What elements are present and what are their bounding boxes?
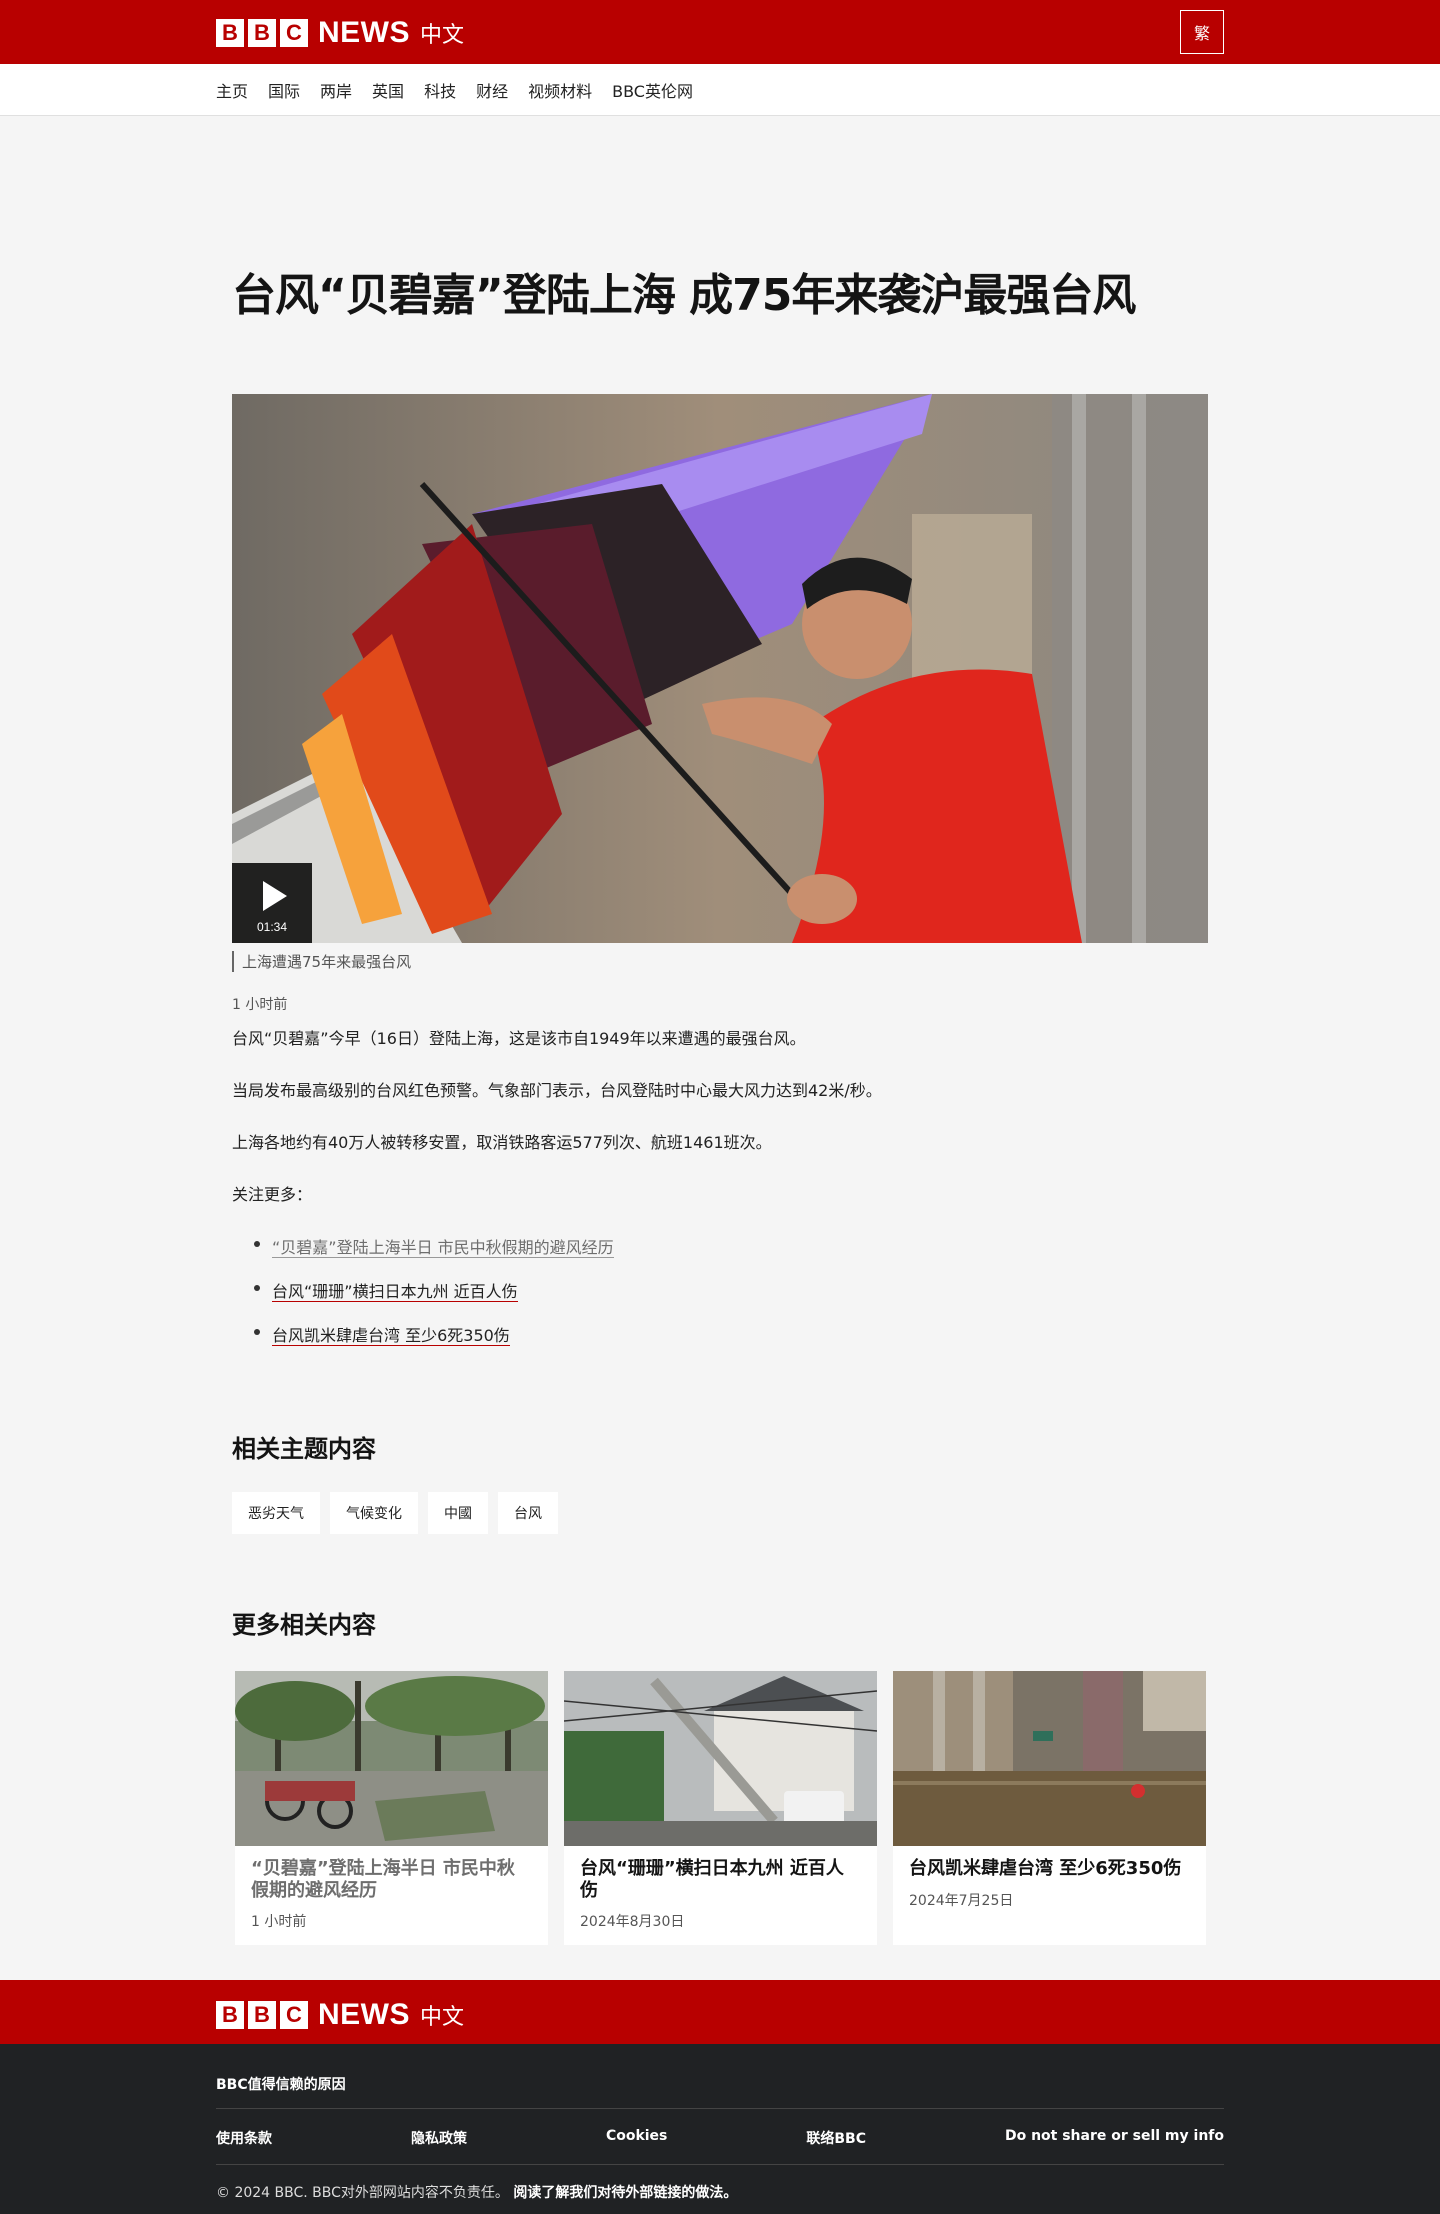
list-item: 台风“珊珊”横扫日本九州 近百人伤 xyxy=(254,1278,614,1322)
article-timestamp: 1 小时前 xyxy=(232,997,288,1013)
related-card[interactable]: “贝碧嘉”登陆上海半日 市民中秋假期的避风经历 1 小时前 xyxy=(235,1671,548,1945)
related-links-list: “贝碧嘉”登陆上海半日 市民中秋假期的避风经历 台风“珊珊”横扫日本九州 近百人… xyxy=(254,1234,614,1366)
related-cards: “贝碧嘉”登陆上海半日 市民中秋假期的避风经历 1 小时前 台风“珊珊”横扫日本… xyxy=(235,1671,1206,1945)
video-thumbnail-image xyxy=(232,394,1208,943)
card-body: “贝碧嘉”登陆上海半日 市民中秋假期的避风经历 1 小时前 xyxy=(235,1846,548,1931)
bbc-news-logo[interactable]: B B C NEWS 中文 xyxy=(216,16,464,50)
card-title: 台风凯米肆虐台湾 至少6死350伤 xyxy=(909,1858,1182,1879)
footer-link-contact[interactable]: 联络BBC xyxy=(806,2128,866,2148)
related-card[interactable]: 台风“珊珊”横扫日本九州 近百人伤 2024年8月30日 xyxy=(564,1671,877,1945)
navigation-menu: 主页 国际 两岸 英国 科技 财经 视频材料 BBC英伦网 xyxy=(216,64,693,116)
list-item: 台风凯米肆虐台湾 至少6死350伤 xyxy=(254,1322,614,1366)
related-link-gaemi-taiwan[interactable]: 台风凯米肆虐台湾 至少6死350伤 xyxy=(272,1326,510,1346)
nav-item-home[interactable]: 主页 xyxy=(216,78,248,102)
logo-language-text: 中文 xyxy=(420,23,465,48)
card-date: 2024年8月30日 xyxy=(580,1914,685,1931)
topic-severe-weather[interactable]: 恶劣天气 xyxy=(232,1492,320,1534)
play-icon xyxy=(263,881,287,911)
article-paragraph-2: 当局发布最高级别的台风红色预警。气象部门表示，台风登陆时中心最大风力达到42米/… xyxy=(232,1081,882,1100)
footer-link-do-not-sell[interactable]: Do not share or sell my info xyxy=(1005,2128,1224,2148)
logo-letter-c: C xyxy=(280,2001,308,2029)
nav-item-bbc-uk-chinese[interactable]: BBC英伦网 xyxy=(612,78,693,102)
nav-item-tech[interactable]: 科技 xyxy=(424,78,456,102)
topic-tags: 恶劣天气 气候变化 中國 台风 xyxy=(232,1492,558,1534)
topic-typhoon[interactable]: 台风 xyxy=(498,1492,558,1534)
card-image-flooded-street xyxy=(893,1671,1206,1846)
logo-language-text: 中文 xyxy=(420,2005,465,2030)
logo-letter-b1: B xyxy=(216,2001,244,2029)
card-date: 1 小时前 xyxy=(251,1914,307,1931)
related-link-shanshan-japan[interactable]: 台风“珊珊”横扫日本九州 近百人伤 xyxy=(272,1282,518,1302)
card-date: 2024年7月25日 xyxy=(909,1892,1014,1909)
card-title: “贝碧嘉”登陆上海半日 市民中秋假期的避风经历 xyxy=(251,1858,515,1901)
logo-letter-b2: B xyxy=(248,2001,276,2029)
list-item: “贝碧嘉”登陆上海半日 市民中秋假期的避风经历 xyxy=(254,1234,614,1278)
footer-link-terms[interactable]: 使用条款 xyxy=(216,2128,272,2148)
copyright-text: © 2024 BBC. BBC对外部网站内容不负责任。 xyxy=(216,2185,509,2201)
footer-link-privacy[interactable]: 隐私政策 xyxy=(411,2128,467,2148)
nav-item-uk[interactable]: 英国 xyxy=(372,78,404,102)
card-image-fallen-pole xyxy=(564,1671,877,1846)
footer-brand-bar: B B C NEWS 中文 xyxy=(0,1980,1440,2044)
related-link-bebinca-shanghai[interactable]: “贝碧嘉”登陆上海半日 市民中秋假期的避风经历 xyxy=(272,1238,614,1258)
footer-bbc-news-logo[interactable]: B B C NEWS 中文 xyxy=(216,1998,464,2032)
footer-divider xyxy=(216,2164,1224,2165)
play-button[interactable]: 01:34 xyxy=(232,863,312,943)
article-headline: 台风“贝碧嘉”登陆上海 成75年来袭沪最强台风 xyxy=(232,270,1136,321)
more-related-heading: 更多相关内容 xyxy=(232,1611,376,1639)
video-player[interactable]: 01:34 xyxy=(232,394,1208,943)
related-card[interactable]: 台风凯米肆虐台湾 至少6死350伤 2024年7月25日 xyxy=(893,1671,1206,1945)
nav-item-video[interactable]: 视频材料 xyxy=(528,78,592,102)
logo-letter-b2: B xyxy=(248,19,276,47)
footer-copyright: © 2024 BBC. BBC对外部网站内容不负责任。 阅读了解我们对待外部链接… xyxy=(216,2182,737,2202)
footer-links: 使用条款 隐私政策 Cookies 联络BBC Do not share or … xyxy=(216,2128,1224,2148)
footer-link-cookies[interactable]: Cookies xyxy=(606,2128,667,2148)
article-paragraph-1: 台风“贝碧嘉”今早（16日）登陆上海，这是该市自1949年以来遭遇的最强台风。 xyxy=(232,1029,806,1048)
card-image-fallen-bikes xyxy=(235,1671,548,1846)
topic-china[interactable]: 中國 xyxy=(428,1492,488,1534)
video-caption: 上海遭遇75年来最强台风 xyxy=(232,951,411,972)
logo-letter-c: C xyxy=(280,19,308,47)
logo-letter-b1: B xyxy=(216,19,244,47)
related-topics-heading: 相关主题内容 xyxy=(232,1435,376,1463)
card-body: 台风凯米肆虐台湾 至少6死350伤 2024年7月25日 xyxy=(893,1846,1206,1910)
logo-news-text: NEWS xyxy=(318,16,410,49)
card-body: 台风“珊珊”横扫日本九州 近百人伤 2024年8月30日 xyxy=(564,1846,877,1931)
logo-news-text: NEWS xyxy=(318,1998,410,2031)
article-paragraph-3: 上海各地约有40万人被转移安置，取消铁路客运577列次、航班1461班次。 xyxy=(232,1133,772,1152)
nav-item-business[interactable]: 财经 xyxy=(476,78,508,102)
traditional-chinese-switch-button[interactable]: 繁 xyxy=(1180,10,1224,54)
footer-divider xyxy=(216,2108,1224,2109)
video-duration: 01:34 xyxy=(256,920,288,934)
external-links-policy-link[interactable]: 阅读了解我们对待外部链接的做法。 xyxy=(513,2185,737,2201)
footer-trust-link[interactable]: BBC值得信赖的原因 xyxy=(216,2074,346,2094)
topic-climate-change[interactable]: 气候变化 xyxy=(330,1492,418,1534)
card-title: 台风“珊珊”横扫日本九州 近百人伤 xyxy=(580,1858,844,1901)
nav-item-china-taiwan[interactable]: 两岸 xyxy=(320,78,352,102)
follow-more-label: 关注更多： xyxy=(232,1185,313,1204)
nav-item-world[interactable]: 国际 xyxy=(268,78,300,102)
footer: BBC值得信赖的原因 使用条款 隐私政策 Cookies 联络BBC Do no… xyxy=(0,2044,1440,2214)
top-bar: B B C NEWS 中文 繁 xyxy=(0,0,1440,64)
